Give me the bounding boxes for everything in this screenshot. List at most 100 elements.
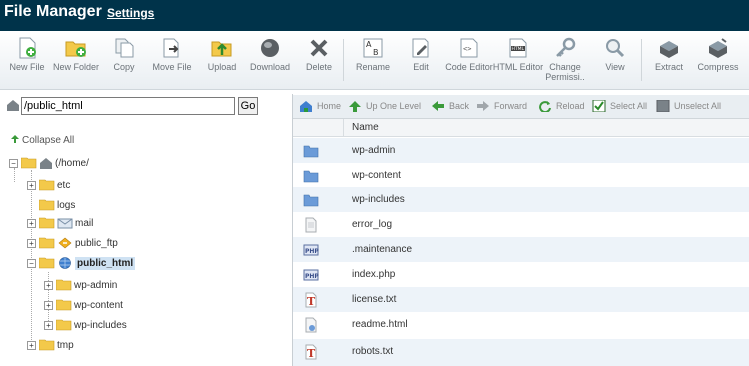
select-all-button[interactable]: Select All bbox=[592, 100, 647, 112]
folder-icon bbox=[39, 199, 55, 211]
home-button[interactable]: Home bbox=[299, 100, 341, 112]
collapse-toggle[interactable]: − bbox=[27, 258, 36, 268]
tree-item-label: wp-includes bbox=[74, 319, 127, 331]
collapse-all-button[interactable]: Collapse All bbox=[10, 134, 74, 146]
compress-label: Compress bbox=[697, 62, 739, 72]
expand-toggle[interactable]: + bbox=[27, 218, 36, 228]
checked-box-icon bbox=[592, 100, 606, 112]
view-button[interactable]: View bbox=[588, 37, 642, 72]
up-level-icon bbox=[349, 101, 361, 112]
code-editor-label: Code Editor bbox=[445, 62, 493, 72]
tree-item-wp-admin[interactable]: + wp-admin bbox=[44, 276, 117, 294]
expand-toggle[interactable]: + bbox=[27, 238, 36, 248]
move-file-icon bbox=[163, 38, 179, 58]
html-file-icon bbox=[305, 317, 317, 333]
table-row[interactable]: T license.txt bbox=[293, 287, 749, 312]
tree-item-public-ftp[interactable]: + public_ftp bbox=[27, 234, 118, 252]
delete-button[interactable]: Delete bbox=[292, 37, 346, 72]
go-button[interactable]: Go bbox=[238, 97, 258, 115]
forward-button[interactable]: Forward bbox=[476, 100, 527, 112]
html-editor-button[interactable]: HTML HTML Editor bbox=[491, 37, 545, 72]
table-row[interactable]: readme.html bbox=[293, 312, 749, 337]
move-file-label: Move File bbox=[152, 62, 192, 72]
up-one-level-button[interactable]: Up One Level bbox=[348, 100, 421, 112]
tree-item-tmp[interactable]: + tmp bbox=[27, 336, 74, 354]
copy-button[interactable]: Copy bbox=[97, 37, 151, 72]
compress-icon bbox=[709, 38, 727, 58]
table-row[interactable]: T robots.txt bbox=[293, 339, 749, 366]
open-folder-icon bbox=[21, 157, 37, 169]
change-permissions-button[interactable]: Change Permissi.. bbox=[538, 37, 592, 82]
rename-label: Rename bbox=[355, 62, 391, 72]
name-column-header[interactable]: Name bbox=[352, 122, 379, 133]
new-file-icon bbox=[19, 37, 36, 59]
collapse-all-label: Collapse All bbox=[22, 135, 75, 146]
expand-toggle[interactable]: + bbox=[27, 180, 36, 190]
select-all-label: Select All bbox=[610, 101, 648, 111]
view-label: View bbox=[605, 62, 625, 72]
reload-button[interactable]: Reload bbox=[538, 100, 585, 112]
rename-icon: AB bbox=[363, 38, 383, 58]
expand-toggle[interactable]: + bbox=[44, 300, 53, 310]
table-row[interactable]: wp-content bbox=[293, 163, 749, 188]
new-file-label: New File bbox=[9, 62, 45, 72]
extract-icon bbox=[660, 41, 678, 58]
unselect-all-label: Unselect All bbox=[674, 101, 722, 111]
reload-icon bbox=[539, 101, 551, 112]
new-folder-button[interactable]: New Folder bbox=[49, 37, 103, 72]
tree-item-label: public_html bbox=[75, 256, 136, 270]
php-file-icon: PHP bbox=[303, 269, 319, 281]
folder-icon bbox=[39, 237, 55, 249]
table-row[interactable]: wp-includes bbox=[293, 187, 749, 212]
compress-button[interactable]: Compress bbox=[691, 37, 745, 72]
expand-toggle[interactable]: + bbox=[27, 340, 36, 350]
upload-button[interactable]: Upload bbox=[195, 37, 249, 72]
back-button[interactable]: Back bbox=[431, 100, 469, 112]
unselect-all-button[interactable]: Unselect All bbox=[656, 100, 721, 112]
tree-item-wp-includes[interactable]: + wp-includes bbox=[44, 316, 127, 334]
tree-item-mail[interactable]: + mail bbox=[27, 214, 93, 232]
svg-text:PHP: PHP bbox=[305, 248, 319, 255]
code-editor-icon: <> bbox=[460, 38, 478, 58]
rename-button[interactable]: AB Rename bbox=[346, 37, 400, 72]
new-file-button[interactable]: New File bbox=[0, 37, 54, 72]
file-name: wp-admin bbox=[352, 145, 396, 156]
file-name: readme.html bbox=[352, 319, 408, 330]
table-row[interactable]: error_log bbox=[293, 212, 749, 237]
txt-file-icon: T bbox=[305, 292, 317, 308]
file-name: wp-includes bbox=[352, 194, 405, 205]
table-header: Name bbox=[293, 119, 749, 137]
tree-item-public-html[interactable]: − public_html bbox=[27, 254, 136, 272]
table-row[interactable]: wp-admin bbox=[293, 138, 749, 163]
svg-text:PHP: PHP bbox=[305, 273, 319, 280]
settings-link[interactable]: Settings bbox=[107, 6, 154, 20]
upload-label: Upload bbox=[207, 62, 237, 72]
app-title: File Manager bbox=[4, 3, 102, 20]
svg-text:A: A bbox=[366, 40, 372, 49]
move-file-button[interactable]: Move File bbox=[145, 37, 199, 72]
download-button[interactable]: Download bbox=[243, 37, 297, 72]
view-icon bbox=[606, 39, 625, 58]
folder-icon bbox=[303, 145, 319, 158]
table-row[interactable]: PHP index.php bbox=[293, 262, 749, 287]
tree-item-logs[interactable]: logs bbox=[39, 196, 75, 214]
collapse-toggle[interactable]: − bbox=[9, 158, 18, 168]
new-folder-label: New Folder bbox=[52, 62, 99, 72]
back-arrow-icon bbox=[432, 101, 444, 111]
expand-toggle[interactable]: + bbox=[44, 320, 53, 330]
tree-item-wp-content[interactable]: + wp-content bbox=[44, 296, 123, 314]
tree-root[interactable]: − (/home/ bbox=[9, 154, 89, 172]
edit-button[interactable]: Edit bbox=[394, 37, 448, 72]
file-name: wp-content bbox=[352, 170, 401, 181]
code-editor-button[interactable]: <> Code Editor bbox=[442, 37, 496, 72]
extract-button[interactable]: Extract bbox=[642, 37, 696, 72]
back-label: Back bbox=[449, 101, 470, 111]
expand-toggle[interactable]: + bbox=[44, 280, 53, 290]
table-row[interactable]: PHP .maintenance bbox=[293, 237, 749, 262]
unchecked-box-icon bbox=[656, 100, 670, 112]
path-input[interactable] bbox=[21, 97, 235, 115]
tree-item-etc[interactable]: + etc bbox=[27, 176, 70, 194]
forward-label: Forward bbox=[494, 101, 528, 111]
change-permissions-label: Change Permissi.. bbox=[545, 62, 585, 82]
tree-item-label: logs bbox=[57, 199, 76, 211]
